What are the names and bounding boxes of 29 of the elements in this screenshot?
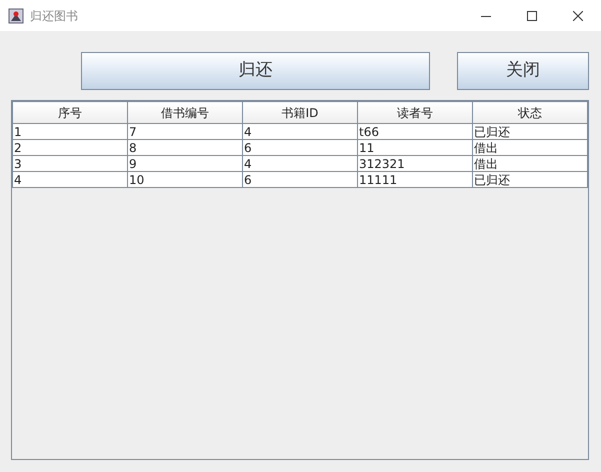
table-cell: 4 (242, 124, 358, 140)
table-cell: 7 (128, 124, 242, 140)
table-cell: 8 (128, 140, 242, 156)
app-icon (8, 8, 24, 24)
table-cell: 6 (242, 172, 358, 188)
table-cell: 借出 (472, 156, 588, 172)
table-cell: 9 (128, 156, 242, 172)
table-cell: 6 (242, 140, 358, 156)
column-header[interactable]: 状态 (472, 102, 588, 124)
window-title: 归还图书 (30, 8, 78, 24)
table-cell: 2 (12, 140, 128, 156)
table-cell: 1 (12, 124, 128, 140)
table-cell: 11 (358, 140, 472, 156)
table-cell: 借出 (472, 140, 588, 156)
return-button[interactable]: 归还 (81, 52, 430, 90)
close-button[interactable]: 关闭 (457, 52, 589, 90)
table-cell: 3 (12, 156, 128, 172)
table-cell: 4 (242, 156, 358, 172)
column-header[interactable]: 书籍ID (242, 102, 358, 124)
column-header[interactable]: 借书编号 (128, 102, 242, 124)
table-cell: 已归还 (472, 124, 588, 140)
table-cell: t66 (358, 124, 472, 140)
column-header[interactable]: 序号 (12, 102, 128, 124)
table-cell: 已归还 (472, 172, 588, 188)
table-cell: 4 (12, 172, 128, 188)
table-cell: 10 (128, 172, 242, 188)
column-header[interactable]: 读者号 (358, 102, 472, 124)
table-cell: 11111 (358, 172, 472, 188)
table-cell: 312321 (358, 156, 472, 172)
